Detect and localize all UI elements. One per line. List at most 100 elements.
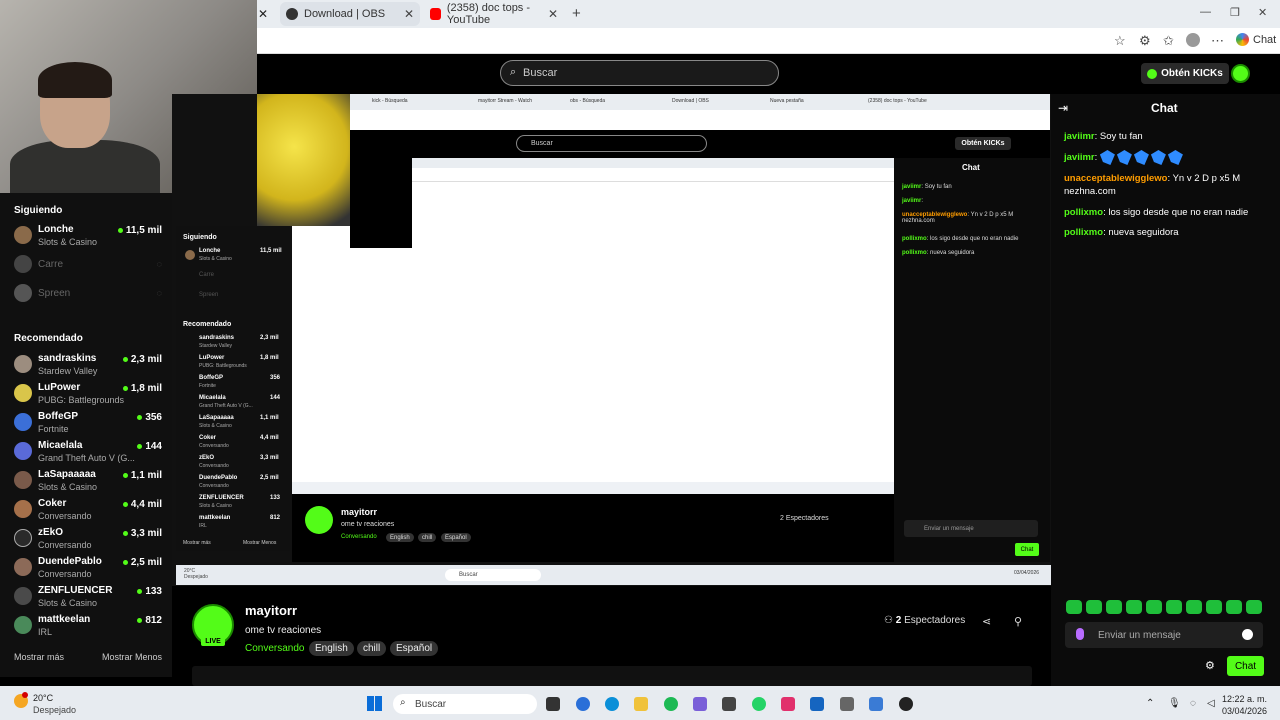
emote-icon[interactable] (1226, 600, 1242, 614)
instagram-icon[interactable] (781, 697, 795, 711)
edge-icon[interactable] (605, 697, 619, 711)
search-input[interactable]: ⌕ Buscar (500, 60, 779, 86)
app-icon[interactable] (869, 697, 883, 711)
copilot-app-icon[interactable] (576, 697, 590, 711)
tag-chill[interactable]: chill (357, 641, 387, 656)
profile-avatar[interactable] (1186, 33, 1200, 47)
chat-message: javiimr: Soy tu fan (1064, 131, 1143, 142)
sidebar-item-spreen[interactable]: Spreen ◌ (14, 281, 162, 309)
spotify-icon[interactable] (664, 697, 678, 711)
sidebar-item-coker[interactable]: Coker Conversando 4,4 mil (14, 497, 162, 525)
sidebar-item-micaelala[interactable]: Micaelala Grand Theft Auto V (G... 144 (14, 439, 162, 467)
nested-inner-taskbar (292, 482, 894, 494)
microphone-icon[interactable] (1076, 628, 1084, 640)
file-explorer-icon[interactable] (634, 697, 648, 711)
emote-icon[interactable] (1206, 600, 1222, 614)
sidebar-item-zenfluencer[interactable]: ZENFLUENCER Slots & Casino 133 (14, 584, 162, 612)
tag-english[interactable]: English (309, 641, 354, 656)
chat-username[interactable]: javiimr (1064, 131, 1095, 142)
sidebar-item-zeko[interactable]: zEkO Conversando 3,3 mil (14, 526, 162, 554)
whatsapp-icon[interactable] (752, 697, 766, 711)
emote-icon (1167, 150, 1183, 165)
app-icon[interactable] (693, 697, 707, 711)
emoji-icon[interactable] (1242, 629, 1253, 640)
maximize-icon[interactable]: ❐ (1230, 6, 1240, 19)
close-tab-button[interactable]: ✕ (258, 2, 268, 26)
offline-icon: ◌ (156, 288, 162, 298)
collapse-chat-icon[interactable]: ⇥ (1058, 101, 1068, 115)
calculator-icon[interactable] (810, 697, 824, 711)
stream-info-divider (192, 666, 1032, 686)
task-view-icon[interactable] (546, 697, 560, 711)
extensions-icon[interactable]: ⚙ (1139, 33, 1151, 49)
emote-icon[interactable] (1066, 600, 1082, 614)
avatar (14, 529, 32, 547)
stream-title: ome tv reaciones (245, 625, 322, 636)
sidebar-item-boffegp[interactable]: BoffeGP Fortnite 356 (14, 410, 162, 438)
chat-message: pollixmo: los sigo desde que no eran nad… (1064, 207, 1249, 218)
clock-time[interactable]: 12:22 a. m. (1222, 694, 1267, 704)
checkbox-app-icon[interactable] (722, 697, 736, 711)
sidebar-item-carre[interactable]: Carre ◌ (14, 252, 162, 280)
chat-username[interactable]: pollixmo (1064, 207, 1103, 218)
nested-search: Buscar (516, 135, 707, 152)
share-icon[interactable]: ⋖ (982, 615, 991, 628)
obs-icon[interactable] (899, 697, 913, 711)
avatar (14, 284, 32, 302)
chat-username[interactable]: unacceptablewigglewo (1064, 173, 1167, 184)
chat-message-input[interactable]: Enviar un mensaje (1065, 622, 1263, 648)
copilot-chat-button[interactable]: Chat (1236, 33, 1276, 46)
emote-icon[interactable] (1246, 600, 1262, 614)
follow-icon[interactable]: ⚲ (1014, 615, 1022, 628)
nested-kicks-button: Obtén KICKs (955, 137, 1011, 150)
microphone-icon[interactable]: 🎙︎ (1168, 698, 1181, 709)
emote-icon[interactable] (1126, 600, 1142, 614)
bookmark-star-icon[interactable]: ☆ (1114, 33, 1126, 49)
avatar (14, 413, 32, 431)
close-icon[interactable]: ✕ (404, 7, 414, 21)
tag-espanol[interactable]: Español (390, 641, 439, 656)
app-icon[interactable] (840, 697, 854, 711)
emote-icon[interactable] (1146, 600, 1162, 614)
clock-date[interactable]: 03/04/2026 (1222, 706, 1267, 716)
chat-send-button[interactable]: Chat (1227, 656, 1264, 676)
volume-icon[interactable]: ◁ (1207, 698, 1215, 709)
kick-coin-icon (1147, 68, 1158, 79)
sidebar-item-lonche[interactable]: Lonche Slots & Casino 11,5 mil (14, 223, 162, 251)
chevron-up-icon[interactable]: ⌃ (1146, 698, 1154, 709)
taskbar-search-input[interactable]: ⌕ Buscar (393, 694, 537, 714)
chat-username[interactable]: pollixmo (1064, 227, 1103, 238)
sidebar-item-lupower[interactable]: LuPower PUBG: Battlegrounds 1,8 mil (14, 381, 162, 409)
emote-icon[interactable] (1106, 600, 1122, 614)
emote-icon[interactable] (1166, 600, 1182, 614)
youtube-icon (430, 8, 441, 20)
minimize-icon[interactable]: — (1200, 6, 1211, 18)
get-kicks-button[interactable]: Obtén KICKs (1141, 63, 1229, 84)
user-avatar[interactable] (1231, 64, 1250, 83)
chat-username[interactable]: javiimr (1064, 152, 1095, 163)
favorites-icon[interactable]: ✩ (1163, 33, 1174, 49)
close-icon[interactable]: ✕ (548, 7, 558, 21)
tab-youtube[interactable]: (2358) doc tops - YouTube ✕ (424, 2, 564, 26)
viewer-count: 1,8 mil (122, 383, 162, 394)
stream-category[interactable]: Conversando (245, 643, 304, 654)
tab-download-obs[interactable]: Download | OBS ✕ (280, 2, 420, 26)
sidebar-item-sandraskins[interactable]: sandraskins Stardew Valley 2,3 mil (14, 352, 162, 380)
show-more-button[interactable]: Mostrar más (14, 652, 64, 662)
emote-icon[interactable] (1086, 600, 1102, 614)
more-menu-icon[interactable]: ⋯ (1211, 33, 1224, 49)
sidebar-item-mattkeelan[interactable]: mattkeelan IRL 812 (14, 613, 162, 641)
emote-icon[interactable] (1186, 600, 1202, 614)
emote-bar (1066, 600, 1266, 616)
network-icon[interactable]: ◌ (1190, 698, 1196, 709)
tab-label: Download | OBS (304, 8, 386, 20)
sidebar-item-duendepablo[interactable]: DuendePablo Conversando 2,5 mil (14, 555, 162, 583)
new-tab-icon[interactable]: + (572, 5, 581, 22)
nested-stream-info (292, 494, 894, 562)
close-window-icon[interactable]: ✕ (1258, 6, 1267, 19)
gear-icon[interactable]: ⚙ (1205, 659, 1215, 672)
show-less-button[interactable]: Mostrar Menos (102, 652, 162, 662)
sidebar-item-lasapaaaaa[interactable]: LaSapaaaaa Slots & Casino 1,1 mil (14, 468, 162, 496)
windows-start-icon[interactable] (367, 696, 382, 711)
streamer-name[interactable]: mayitorr (245, 603, 297, 618)
